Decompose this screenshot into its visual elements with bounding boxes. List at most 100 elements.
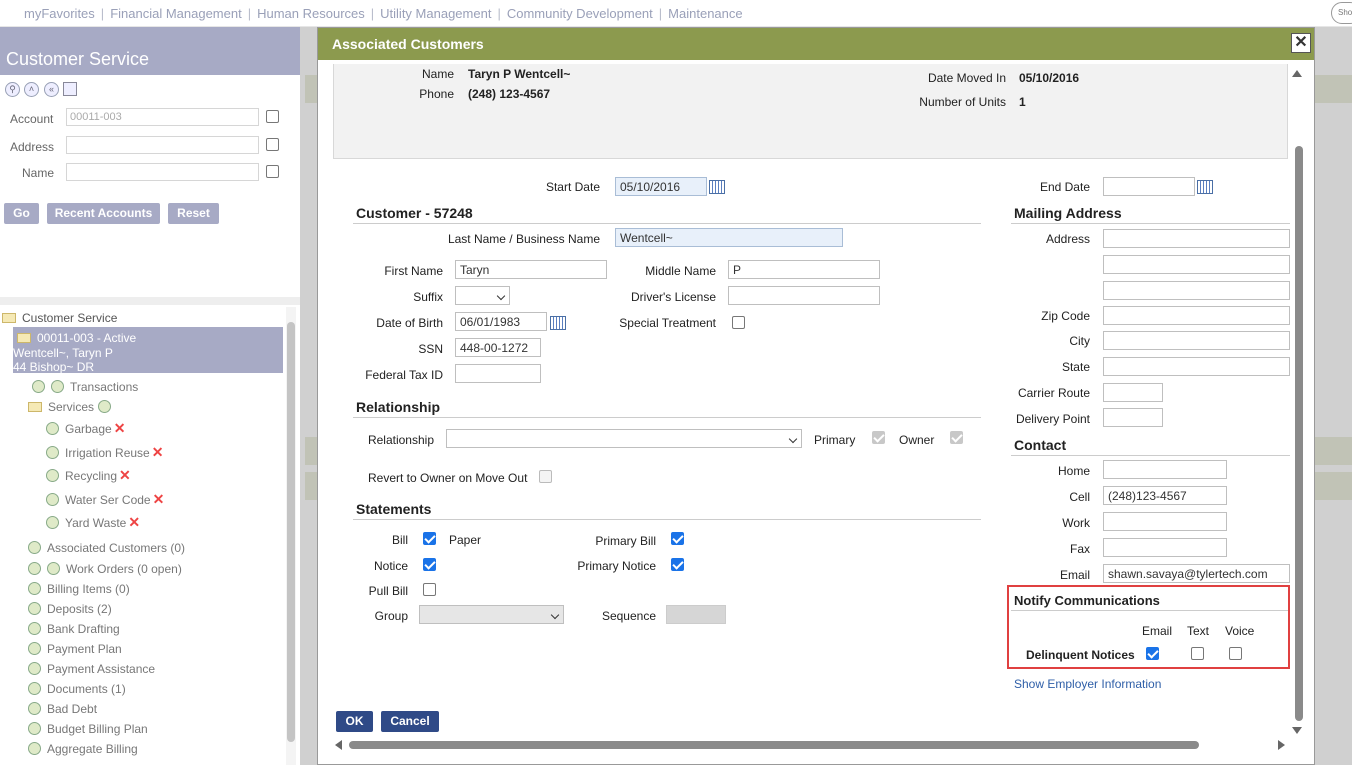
work-phone-input[interactable] [1103, 512, 1227, 531]
delinquent-voice-checkbox[interactable] [1229, 647, 1242, 660]
address-line2-input[interactable] [1103, 255, 1290, 274]
scroll-right-arrow-icon[interactable] [1278, 740, 1285, 750]
address-line1-input[interactable] [1103, 229, 1290, 248]
collapse-left-icon[interactable]: « [44, 82, 59, 97]
bill-checkbox[interactable] [423, 532, 436, 545]
first-name-input[interactable]: Taryn [455, 260, 607, 279]
email-input[interactable]: shawn.savaya@tylertech.com [1103, 564, 1290, 583]
horizontal-scroll-thumb[interactable] [349, 741, 1199, 749]
nav-maintenance[interactable]: Maintenance [668, 6, 742, 21]
pull-bill-checkbox[interactable] [423, 583, 436, 596]
nav-myfavorites[interactable]: myFavorites [24, 6, 95, 21]
tree-bank-drafting[interactable]: Bank Drafting [28, 622, 120, 636]
selected-account-node[interactable]: 00011-003 - Active Wentcell~, Taryn P 44… [13, 327, 283, 374]
tree-payment-plan[interactable]: Payment Plan [28, 642, 122, 656]
vertical-scroll-thumb[interactable] [1295, 146, 1303, 721]
tree-budget-billing[interactable]: Budget Billing Plan [28, 722, 148, 736]
delivery-point-input[interactable] [1103, 408, 1163, 427]
calendar-icon[interactable] [709, 180, 725, 194]
cancel-button[interactable]: Cancel [381, 711, 439, 732]
account-checkbox[interactable] [266, 110, 279, 123]
recent-accounts-button[interactable]: Recent Accounts [47, 203, 160, 224]
collapse-up-icon[interactable]: ˄ [24, 82, 39, 97]
sequence-input[interactable] [666, 605, 726, 624]
last-name-input[interactable]: Wentcell~ [615, 228, 843, 247]
calendar-icon[interactable] [1197, 180, 1213, 194]
ssn-input[interactable]: 448-00-1272 [455, 338, 541, 357]
close-icon[interactable]: ✕ [1291, 33, 1311, 53]
delinquent-text-checkbox[interactable] [1191, 647, 1204, 660]
scroll-down-arrow-icon[interactable] [1292, 727, 1302, 734]
tree-service-garbage[interactable]: Garbage ✕ [46, 420, 125, 437]
suffix-select[interactable] [455, 286, 510, 305]
end-date-input[interactable] [1103, 177, 1195, 196]
owner-checkbox[interactable] [950, 431, 963, 444]
reset-button[interactable]: Reset [168, 203, 219, 224]
address-input[interactable] [66, 136, 259, 154]
drivers-license-input[interactable] [728, 286, 880, 305]
primary-checkbox[interactable] [872, 431, 885, 444]
show-employer-link[interactable]: Show Employer Information [1014, 677, 1161, 691]
nav-utility-management[interactable]: Utility Management [380, 6, 491, 21]
scroll-up-arrow-icon[interactable] [1292, 70, 1302, 77]
show-button[interactable]: Show [1331, 2, 1352, 24]
city-input[interactable] [1103, 331, 1290, 350]
remove-icon[interactable]: ✕ [128, 514, 140, 530]
address-line3-input[interactable] [1103, 281, 1290, 300]
nav-human-resources[interactable]: Human Resources [257, 6, 365, 21]
tree-root[interactable]: Customer Service [2, 311, 117, 325]
start-date-input[interactable]: 05/10/2016 [615, 177, 707, 196]
tree-services[interactable]: Services [28, 400, 117, 414]
section-divider [353, 223, 981, 224]
primary-notice-checkbox[interactable] [671, 558, 684, 571]
tree-associated-customers[interactable]: Associated Customers (0) [28, 541, 185, 555]
nav-financial-management[interactable]: Financial Management [110, 6, 242, 21]
scroll-left-arrow-icon[interactable] [335, 740, 342, 750]
service-icon [46, 516, 59, 529]
notice-checkbox[interactable] [423, 558, 436, 571]
zip-code-input[interactable] [1103, 306, 1290, 325]
tree-transactions[interactable]: Transactions [32, 380, 138, 394]
name-input[interactable] [66, 163, 259, 181]
revert-checkbox[interactable] [539, 470, 552, 483]
tree-service-water[interactable]: Water Ser Code ✕ [46, 491, 164, 508]
federal-tax-input[interactable] [455, 364, 541, 383]
address-checkbox[interactable] [266, 138, 279, 151]
remove-icon[interactable]: ✕ [153, 491, 165, 507]
tree-work-orders[interactable]: Work Orders (0 open) [28, 562, 182, 576]
tree-deposits[interactable]: Deposits (2) [28, 602, 112, 616]
cell-phone-input[interactable]: (248)123-4567 [1103, 486, 1227, 505]
tree-billing-items[interactable]: Billing Items (0) [28, 582, 130, 596]
tree-bad-debt[interactable]: Bad Debt [28, 702, 97, 716]
relationship-select[interactable] [446, 429, 802, 448]
name-checkbox[interactable] [266, 165, 279, 178]
nav-community-development[interactable]: Community Development [507, 6, 653, 21]
ok-button[interactable]: OK [336, 711, 373, 732]
go-button[interactable]: Go [4, 203, 39, 224]
payment-plan-icon [28, 642, 41, 655]
home-phone-input[interactable] [1103, 460, 1227, 479]
account-input[interactable]: 00011-003 [66, 108, 259, 126]
delinquent-email-checkbox[interactable] [1146, 647, 1159, 660]
search-icon[interactable]: ⚲ [5, 82, 20, 97]
special-treatment-checkbox[interactable] [732, 316, 745, 329]
primary-bill-checkbox[interactable] [671, 532, 684, 545]
carrier-route-input[interactable] [1103, 383, 1163, 402]
tree-aggregate-billing[interactable]: Aggregate Billing [28, 742, 138, 756]
middle-name-input[interactable]: P [728, 260, 880, 279]
state-input[interactable] [1103, 357, 1290, 376]
remove-icon[interactable]: ✕ [152, 444, 164, 460]
calendar-icon[interactable] [550, 316, 566, 330]
group-select[interactable] [419, 605, 564, 624]
tree-service-yard[interactable]: Yard Waste ✕ [46, 514, 140, 531]
remove-icon[interactable]: ✕ [114, 420, 126, 436]
tree-documents[interactable]: Documents (1) [28, 682, 126, 696]
tree-service-irrigation[interactable]: Irrigation Reuse ✕ [46, 444, 163, 461]
tree-service-recycling[interactable]: Recycling ✕ [46, 467, 131, 484]
dob-input[interactable]: 06/01/1983 [455, 312, 547, 331]
tree-payment-assistance[interactable]: Payment Assistance [28, 662, 155, 676]
fax-input[interactable] [1103, 538, 1227, 557]
tree-scroll-thumb[interactable] [287, 322, 295, 742]
export-icon[interactable] [63, 82, 77, 96]
remove-icon[interactable]: ✕ [119, 467, 131, 483]
